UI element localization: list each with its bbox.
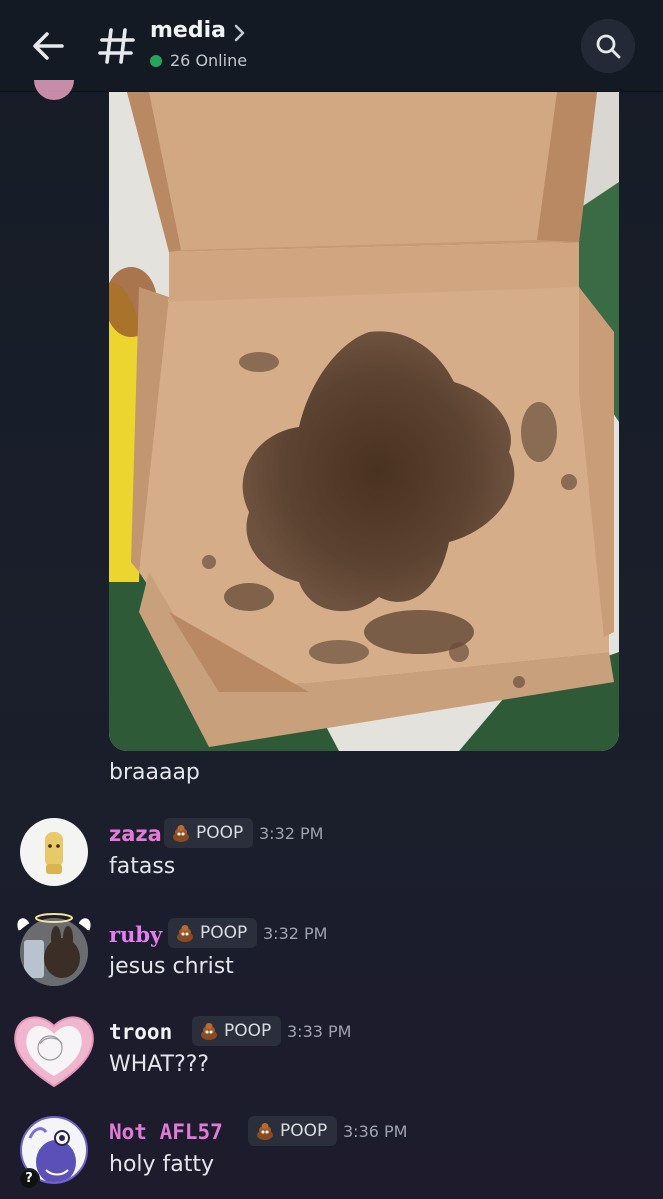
back-arrow-icon[interactable] [28, 26, 68, 66]
role-tag-label: POOP [200, 923, 248, 943]
message-text: fatass [109, 854, 176, 879]
username[interactable]: ruby [109, 922, 162, 947]
timestamp: 3:32 PM [263, 924, 328, 943]
message: zaza POOP 3:32 PM fatass [0, 818, 663, 908]
message: ruby POOP 3:32 PM jesus christ [0, 913, 663, 1008]
message: troon POOP 3:33 PM WHAT??? [0, 1016, 663, 1106]
role-tag[interactable]: POOP [248, 1116, 338, 1146]
role-tag-label: POOP [280, 1121, 328, 1141]
channel-name[interactable]: media [150, 18, 226, 43]
role-tag-label: POOP [224, 1021, 272, 1041]
avatar[interactable] [34, 80, 74, 100]
timestamp: 3:33 PM [287, 1022, 352, 1041]
search-icon [596, 34, 621, 59]
question-status-icon: ? [18, 1168, 40, 1190]
poop-role-icon [177, 925, 193, 942]
hash-icon [97, 24, 137, 68]
image-attachment[interactable] [109, 92, 619, 751]
poop-role-icon [173, 825, 189, 842]
search-button[interactable] [581, 19, 635, 73]
role-tag-label: POOP [196, 823, 244, 843]
chevron-right-icon[interactable] [232, 22, 248, 44]
online-status-dot [150, 55, 162, 67]
message-text: holy fatty [109, 1152, 215, 1177]
poop-role-icon [201, 1023, 217, 1040]
online-count: 26 Online [170, 51, 248, 70]
message-text: WHAT??? [109, 1052, 210, 1077]
timestamp: 3:32 PM [259, 824, 324, 843]
avatar[interactable] [20, 818, 88, 886]
username[interactable]: zaza [109, 822, 162, 846]
message-text: braaaap [109, 760, 200, 785]
role-tag[interactable]: POOP [164, 818, 254, 848]
message-text: jesus christ [109, 954, 234, 979]
role-tag[interactable]: POOP [168, 918, 258, 948]
message: ? Not AFL57 POOP 3:36 PM holy fatty [0, 1116, 663, 1199]
halo-icon [17, 913, 91, 931]
channel-header: media 26 Online [0, 0, 663, 92]
username[interactable]: troon [109, 1020, 172, 1044]
username[interactable]: Not AFL57 [109, 1120, 223, 1144]
role-tag[interactable]: POOP [192, 1016, 282, 1046]
timestamp: 3:36 PM [343, 1122, 408, 1141]
avatar[interactable] [12, 1010, 96, 1090]
poop-role-icon [257, 1123, 273, 1140]
